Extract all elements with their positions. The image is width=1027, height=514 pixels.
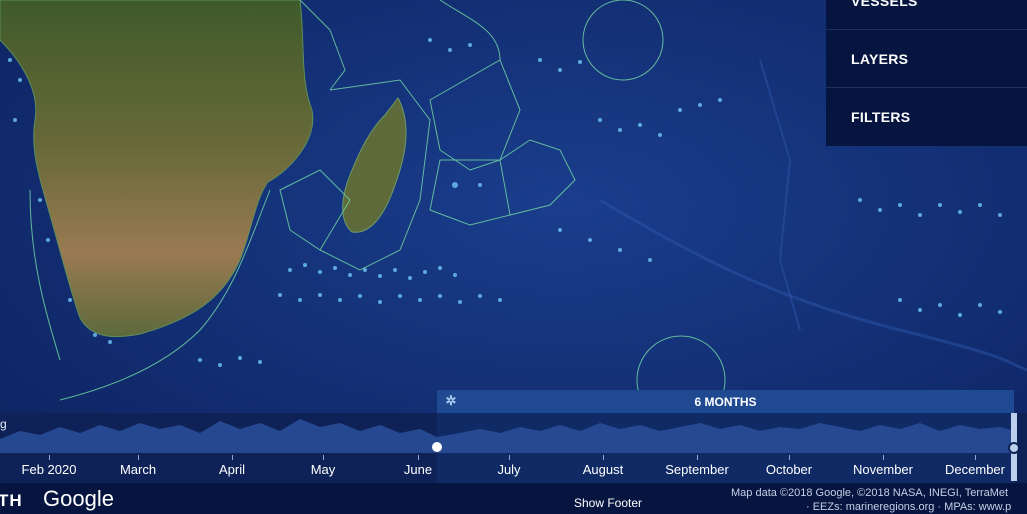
map-attribution-sources[interactable]: · EEZs: marineregions.org · MPAs: www.p <box>806 501 1011 513</box>
side-menu: VESSELS LAYERS FILTERS <box>826 0 1027 146</box>
tick <box>883 455 884 460</box>
brand-fragment: TH <box>0 491 23 510</box>
month-label: July <box>497 462 521 477</box>
month-label: December <box>945 462 1005 477</box>
gear-icon[interactable]: ✲ <box>443 393 459 409</box>
menu-item-vessels[interactable]: VESSELS <box>826 0 1027 30</box>
map-attribution: Map data ©2018 Google, ©2018 NASA, INEGI… <box>731 487 1009 499</box>
timebar-left-label: g <box>0 417 7 431</box>
range-start-handle[interactable] <box>432 442 442 452</box>
footer: TH Google Show Footer Map data ©2018 Goo… <box>0 483 1027 514</box>
tick <box>975 455 976 460</box>
show-footer-button[interactable]: Show Footer <box>574 496 642 510</box>
month-label: April <box>218 462 246 477</box>
range-header[interactable]: ✲ 6 MONTHS <box>437 390 1014 413</box>
month-label: October <box>765 462 813 477</box>
month-label: June <box>403 462 433 477</box>
range-duration-label: 6 MONTHS <box>694 394 757 409</box>
month-label: August <box>582 462 624 477</box>
month-label: September <box>665 462 729 477</box>
month-label: March <box>119 462 157 477</box>
month-label: November <box>853 462 913 477</box>
tick <box>232 455 233 460</box>
tick <box>138 455 139 460</box>
menu-item-filters[interactable]: FILTERS <box>826 88 1027 146</box>
tick <box>49 455 50 460</box>
tick <box>509 455 510 460</box>
google-logo[interactable]: Google <box>43 486 114 512</box>
month-label: May <box>310 462 336 477</box>
tick <box>789 455 790 460</box>
menu-item-layers[interactable]: LAYERS <box>826 30 1027 88</box>
tick <box>418 455 419 460</box>
tick <box>697 455 698 460</box>
month-label: Feb 2020 <box>21 462 77 477</box>
timebar[interactable]: g Feb 2020 March April May June July Aug… <box>0 413 1027 483</box>
tick <box>603 455 604 460</box>
tick <box>323 455 324 460</box>
range-end-knob[interactable] <box>1008 442 1020 454</box>
